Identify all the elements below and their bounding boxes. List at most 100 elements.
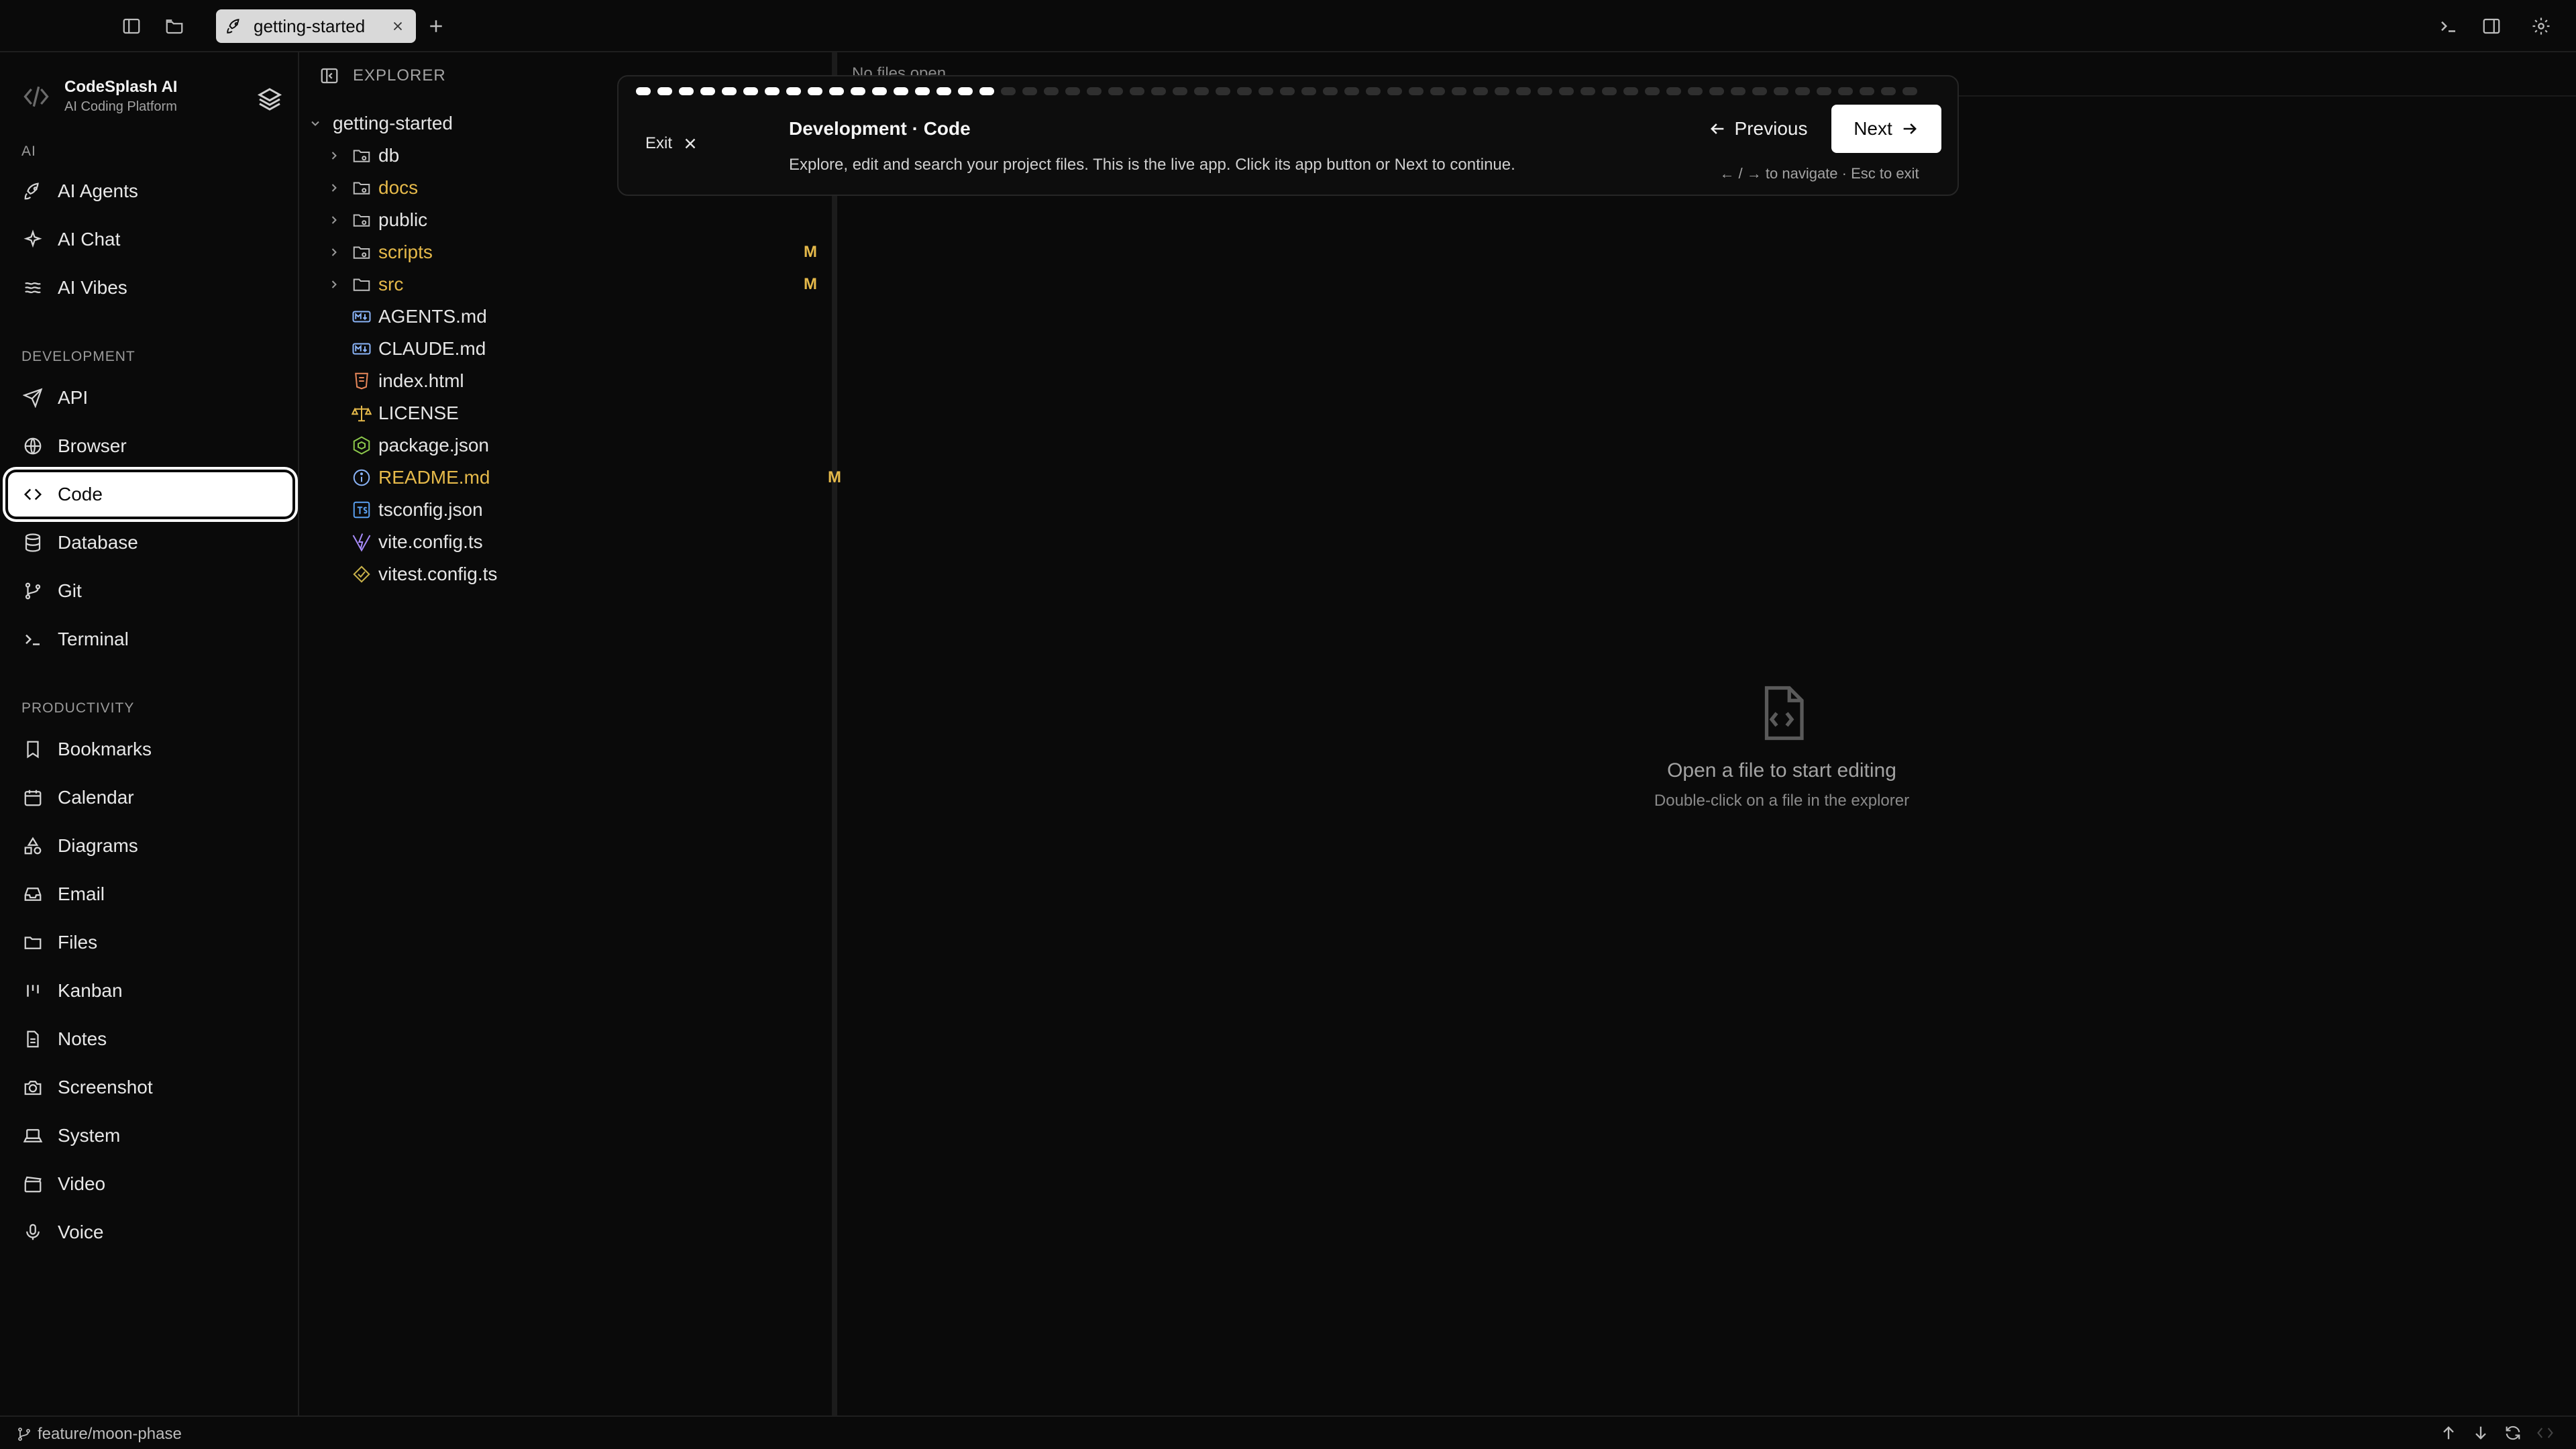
sidebar-item-terminal[interactable]: Terminal (8, 617, 292, 661)
sidebar-item-label: Bookmarks (58, 739, 152, 759)
globe-icon (21, 435, 44, 458)
folder-icon[interactable] (161, 13, 188, 40)
sidebar-item-browser[interactable]: Browser (8, 424, 292, 468)
folder-icon (352, 210, 372, 230)
tab-getting-started[interactable]: getting-started (216, 9, 416, 43)
sidebar-item-calendar[interactable]: Calendar (8, 775, 292, 820)
sidebar-item-ai-vibes[interactable]: AI Vibes (8, 266, 292, 310)
progress-dot (1688, 87, 1703, 95)
progress-dot (1666, 87, 1681, 95)
terminal-icon[interactable] (2435, 13, 2462, 40)
chevron-right-icon (327, 213, 341, 227)
sidebar-item-files[interactable]: Files (8, 920, 292, 965)
next-button[interactable]: Next (1831, 105, 1941, 153)
add-tab-icon[interactable] (423, 13, 449, 40)
sidebar-item-ai-agents[interactable]: AI Agents (8, 169, 292, 213)
layers-icon[interactable] (256, 86, 283, 113)
progress-dot (657, 87, 672, 95)
sidebar-item-system[interactable]: System (8, 1114, 292, 1158)
panel-toggle-icon[interactable] (2478, 13, 2505, 40)
sidebar-item-label: Code (58, 484, 103, 504)
tree-file-agents-md[interactable]: AGENTS.md (352, 301, 861, 333)
sidebar-item-api[interactable]: API (8, 376, 292, 420)
tree-folder-public[interactable]: public (327, 204, 837, 236)
sidebar-item-notes[interactable]: Notes (8, 1017, 292, 1061)
progress-dot (1838, 87, 1853, 95)
progress-dot (1645, 87, 1660, 95)
progress-dot (1237, 87, 1252, 95)
progress-dot (679, 87, 694, 95)
modified-badge: M (804, 243, 817, 261)
tour-exit-button[interactable]: Exit (645, 134, 699, 153)
file-explorer: EXPLORER getting-started db docs public … (301, 52, 841, 1415)
arrow-left-icon (1710, 123, 1723, 134)
shapes-icon (21, 835, 44, 857)
sidebar-item-email[interactable]: Email (8, 872, 292, 916)
sidebar-item-code[interactable]: Code (8, 472, 292, 517)
progress-dot (872, 87, 887, 95)
tree-item-label: README.md (378, 467, 490, 488)
progress-dot (915, 87, 930, 95)
arrow-down-icon[interactable] (2471, 1424, 2491, 1444)
sidebar-item-screenshot[interactable]: Screenshot (8, 1065, 292, 1110)
progress-dot (1323, 87, 1338, 95)
arrow-up-icon[interactable] (2439, 1424, 2459, 1444)
refresh-icon[interactable] (2504, 1424, 2524, 1444)
progress-dot (936, 87, 951, 95)
sidebar-item-database[interactable]: Database (8, 521, 292, 565)
bookmark-icon (21, 738, 44, 761)
file-code-icon (1752, 683, 1812, 743)
tree-folder-src[interactable]: src M (327, 268, 837, 301)
git-branch-icon (18, 1428, 30, 1441)
tree-file-readme-md[interactable]: README.md M (352, 462, 861, 494)
arrow-right-icon (1903, 123, 1917, 134)
progress-dot (1516, 87, 1531, 95)
progress-dot (1731, 87, 1746, 95)
gear-icon[interactable] (2528, 13, 2555, 40)
brand-name: CodeSplash AI (64, 78, 178, 96)
tree-file-tsconfig-json[interactable]: tsconfig.json (352, 494, 861, 526)
markdown-icon (352, 339, 372, 359)
sidebar-item-label: Email (58, 883, 105, 904)
previous-button[interactable]: Previous (1699, 106, 1817, 152)
sidebar-item-video[interactable]: Video (8, 1162, 292, 1206)
tree-folder-scripts[interactable]: scripts M (327, 236, 837, 268)
sidebar-item-voice[interactable]: Voice (8, 1210, 292, 1254)
modified-badge: M (828, 468, 841, 486)
database-icon (21, 531, 44, 554)
progress-dot (1452, 87, 1466, 95)
progress-dot (1151, 87, 1166, 95)
tree-file-vitest-config[interactable]: vitest.config.ts (352, 558, 861, 590)
chevron-right-icon (327, 278, 341, 291)
tree-file-index-html[interactable]: index.html (352, 365, 861, 397)
sidebar-item-diagrams[interactable]: Diagrams (8, 824, 292, 868)
folder-icon (352, 242, 372, 262)
tree-file-vite-config[interactable]: vite.config.ts (352, 526, 861, 558)
editor-area: No files open Open a file to start editi… (843, 52, 2576, 1415)
tree-file-package-json[interactable]: package.json (352, 429, 861, 462)
tour-description: Explore, edit and search your project fi… (789, 156, 1515, 174)
git-branch-icon (21, 580, 44, 602)
sidebar-item-label: AI Chat (58, 229, 121, 250)
sidebar-item-label: Screenshot (58, 1077, 153, 1097)
sidebar-item-label: AI Vibes (58, 277, 127, 298)
close-icon[interactable] (389, 17, 407, 35)
sidebar-item-bookmarks[interactable]: Bookmarks (8, 727, 292, 771)
progress-dot (1538, 87, 1552, 95)
progress-dot (1108, 87, 1123, 95)
branch-name: feature/moon-phase (38, 1425, 182, 1443)
info-icon (352, 468, 372, 488)
tree-file-license[interactable]: LICENSE (352, 397, 861, 429)
progress-dot (1860, 87, 1874, 95)
progress-dot (1044, 87, 1059, 95)
tree-file-claude-md[interactable]: CLAUDE.md (352, 333, 861, 365)
code-icon (2536, 1424, 2556, 1444)
sidebar-item-kanban[interactable]: Kanban (8, 969, 292, 1013)
sidebar-toggle-icon[interactable] (118, 13, 145, 40)
tree-item-label: LICENSE (378, 402, 459, 423)
collapse-panel-icon[interactable] (319, 66, 339, 86)
sidebar-item-git[interactable]: Git (8, 569, 292, 613)
branch-indicator[interactable]: feature/moon-phase (16, 1425, 182, 1444)
sidebar-item-ai-chat[interactable]: AI Chat (8, 217, 292, 262)
progress-dot (1602, 87, 1617, 95)
